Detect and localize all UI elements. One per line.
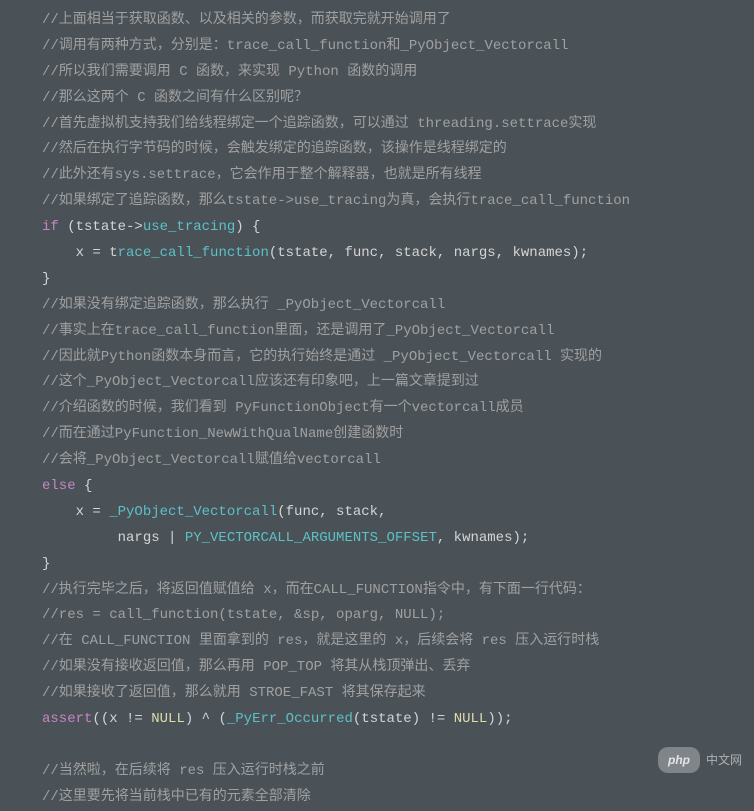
comment: //会将_PyObject_Vectorcall赋值给vectorcall <box>42 452 381 468</box>
watermark: php 中文网 <box>658 747 742 773</box>
brace-open: { <box>76 478 93 494</box>
comment: //这个_PyObject_Vectorcall应该还有印象吧，上一篇文章提到过 <box>42 374 479 390</box>
comment: //此外还有sys.settrace，它会作用于整个解释器，也就是所有线程 <box>42 167 482 183</box>
comment: //这里要先将当前栈中已有的元素全部清除 <box>42 789 311 805</box>
comment: //当然啦，在后续将 res 压入运行时栈之前 <box>42 763 325 779</box>
comment: //然后在执行字节码的时候，会触发绑定的追踪函数，该操作是线程绑定的 <box>42 141 507 157</box>
args: (func, stack, <box>277 504 386 520</box>
comment: //首先虚拟机支持我们给线程绑定一个追踪函数，可以通过 threading.se… <box>42 116 596 132</box>
comment: //而在通过PyFunction_NewWithQualName创建函数时 <box>42 426 403 442</box>
assign-pre: x = <box>42 504 109 520</box>
else-keyword: else <box>42 478 76 494</box>
comment: //事实上在trace_call_function里面，还是调用了_PyObje… <box>42 323 554 339</box>
comment: //如果没有接收返回值，那么再用 POP_TOP 将其从栈顶弹出、丢弃 <box>42 659 470 675</box>
comment: //如果没有绑定追踪函数，那么执行 _PyObject_Vectorcall <box>42 297 445 313</box>
comment: //所以我们需要调用 C 函数，来实现 Python 函数的调用 <box>42 64 417 80</box>
comment: //调用有两种方式，分别是：trace_call_function和_PyObj… <box>42 38 568 54</box>
comment: //在 CALL_FUNCTION 里面拿到的 res，就是这里的 x，后续会将… <box>42 633 599 649</box>
comment: //如果接收了返回值，那么就用 STROE_FAST 将其保存起来 <box>42 685 426 701</box>
comment: //上面相当于获取函数、以及相关的参数，而获取完就开始调用了 <box>42 12 451 28</box>
args-cont: nargs | <box>42 530 185 546</box>
comment: //介绍函数的时候，我们看到 PyFunctionObject有一个vector… <box>42 400 524 416</box>
watermark-text: 中文网 <box>706 749 742 771</box>
assert-mid: ) ^ ( <box>185 711 227 727</box>
comment: //res = call_function(tstate, &sp, oparg… <box>42 607 445 623</box>
comment: //那么这两个 C 函数之间有什么区别呢？ <box>42 90 308 106</box>
comment: //如果绑定了追踪函数，那么tstate->use_tracing为真，会执行t… <box>42 193 630 209</box>
assert-keyword: assert <box>42 711 92 727</box>
watermark-pill: php <box>658 747 700 773</box>
args: (tstate, func, stack, nargs, kwnames); <box>269 245 588 261</box>
use-tracing-member: use_tracing <box>143 219 235 235</box>
trace-call-function: race_call_function <box>118 245 269 261</box>
comment: //因此就Python函数本身而言，它的执行始终是通过 _PyObject_Ve… <box>42 349 602 365</box>
assert-close: )); <box>487 711 512 727</box>
assign-pre: x = t <box>42 245 118 261</box>
offset-macro: PY_VECTORCALL_ARGUMENTS_OFFSET <box>185 530 437 546</box>
cond-close: ) { <box>235 219 260 235</box>
brace-close: } <box>42 556 50 572</box>
cond-open: (tstate-> <box>59 219 143 235</box>
comment: //执行完毕之后，将返回值赋值给 x，而在CALL_FUNCTION指令中，有下… <box>42 582 591 598</box>
assert-args: (tstate) != <box>353 711 454 727</box>
null-literal: NULL <box>151 711 185 727</box>
args-end: , kwnames); <box>437 530 529 546</box>
brace-close: } <box>42 271 50 287</box>
vectorcall-function: _PyObject_Vectorcall <box>109 504 277 520</box>
null-literal: NULL <box>454 711 488 727</box>
assert-open: ((x != <box>92 711 151 727</box>
if-keyword: if <box>42 219 59 235</box>
err-occurred-function: _PyErr_Occurred <box>227 711 353 727</box>
